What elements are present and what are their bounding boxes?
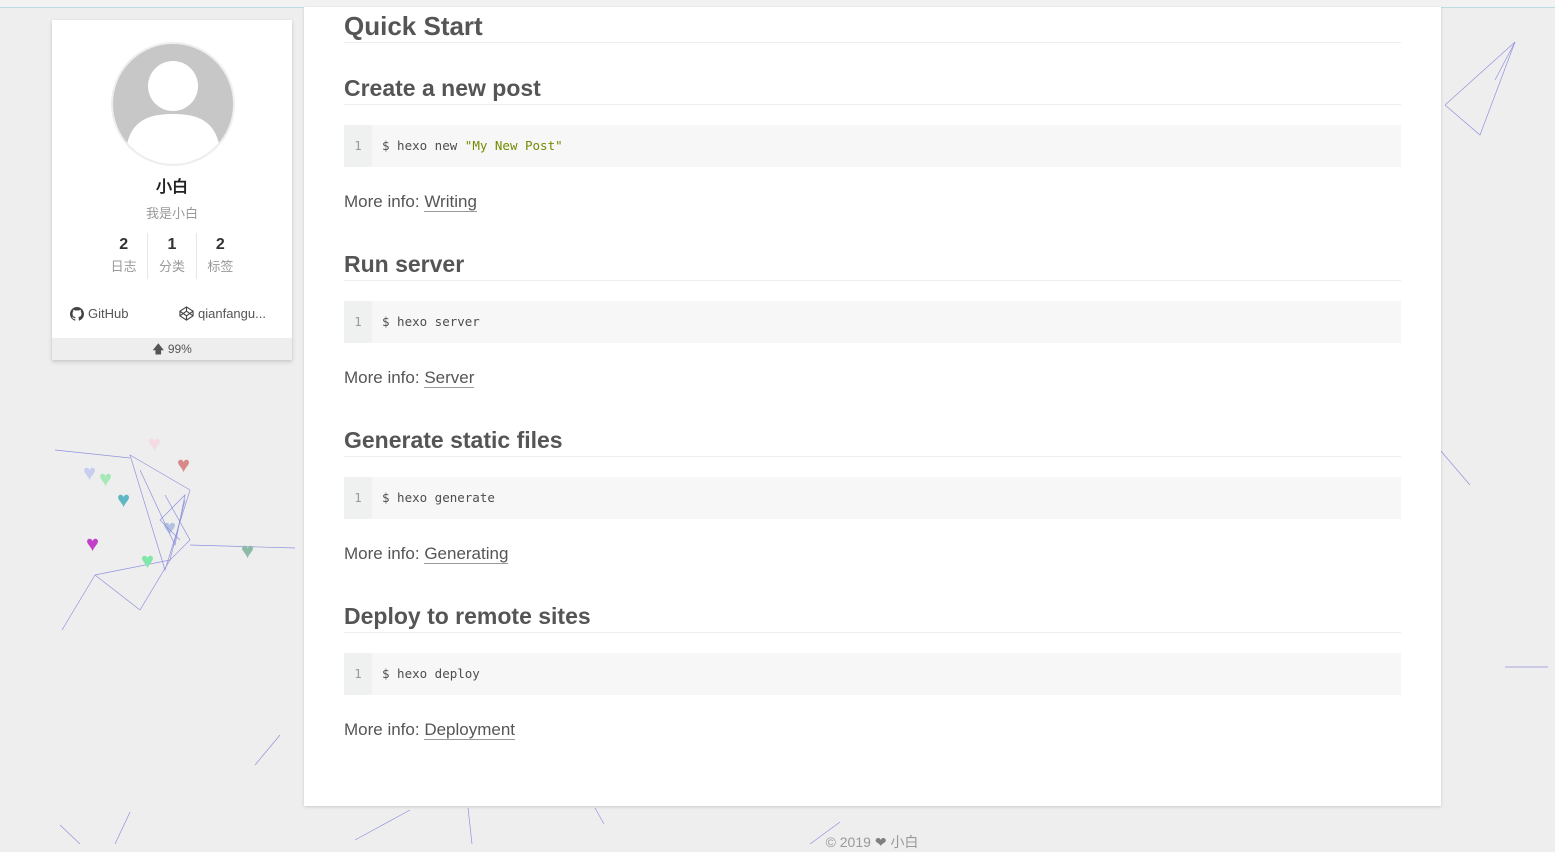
svg-text:♥: ♥ — [177, 452, 190, 477]
more-info-label: More info: — [344, 192, 425, 211]
stat-count: 2 — [215, 236, 225, 253]
stat-label: 分类 — [158, 259, 185, 274]
author-description: 我是小白 — [145, 206, 198, 221]
more-info: More info: Server — [344, 368, 475, 388]
stat-label: 日志 — [110, 259, 137, 274]
code-command: $ hexo server — [382, 314, 480, 329]
code-line: $ hexo server — [382, 301, 480, 343]
footer-author: 小白 — [890, 834, 919, 850]
section-heading: Run server — [344, 250, 1401, 281]
svg-text:♥: ♥ — [99, 466, 112, 491]
writing-link[interactable]: Writing — [424, 192, 477, 212]
code-command: $ hexo generate — [382, 490, 495, 505]
stat-label: 标签 — [207, 259, 234, 274]
post-body: Quick Start Create a new post 1 $ hexo n… — [304, 7, 1441, 806]
code-block: 1 $ hexo deploy — [344, 653, 1401, 695]
svg-text:♥: ♥ — [241, 538, 254, 563]
code-string: "My New Post" — [464, 138, 563, 153]
more-info: More info: Writing — [344, 192, 477, 212]
section-heading: Generate static files — [344, 426, 1401, 457]
svg-text:♥: ♥ — [141, 548, 154, 573]
code-block: 1 $ hexo server — [344, 301, 1401, 343]
line-number: 1 — [344, 125, 372, 167]
github-link-label: GitHub — [88, 306, 129, 321]
reading-progress[interactable]: 🡅 99% — [52, 338, 292, 360]
progress-value: 99% — [167, 342, 192, 356]
footer: © 2019 ❤ 小白 — [0, 832, 1555, 852]
codepen-link[interactable]: qianfangu... — [179, 306, 266, 321]
svg-text:♥: ♥ — [163, 515, 176, 540]
copyright: © 2019 — [825, 834, 871, 850]
section-heading: Deploy to remote sites — [344, 602, 1401, 633]
github-icon — [70, 306, 84, 321]
stat-count: 2 — [119, 236, 129, 253]
svg-text:♥: ♥ — [148, 431, 161, 456]
social-links: GitHub qianfangu... — [52, 306, 292, 328]
site-stats: 2 日志 1 分类 2 标签 — [100, 233, 244, 279]
stat-posts[interactable]: 2 日志 — [100, 233, 147, 279]
code-command: $ hexo deploy — [382, 666, 480, 681]
avatar — [111, 42, 235, 166]
code-line: $ hexo new "My New Post" — [382, 125, 563, 167]
arrow-up-icon: 🡅 — [152, 342, 165, 356]
line-number: 1 — [344, 477, 372, 519]
stat-count: 1 — [167, 236, 177, 253]
stat-categories[interactable]: 1 分类 — [147, 233, 195, 279]
codepen-icon — [179, 306, 194, 321]
code-block: 1 $ hexo new "My New Post" — [344, 125, 1401, 167]
line-number: 1 — [344, 301, 372, 343]
author-name: 小白 — [155, 179, 188, 196]
codepen-link-label: qianfangu... — [198, 306, 266, 321]
post-heading-quick-start: Quick Start — [344, 11, 1401, 43]
more-info: More info: Generating — [344, 544, 509, 564]
line-number: 1 — [344, 653, 372, 695]
github-link[interactable]: GitHub — [70, 306, 128, 321]
section-heading: Create a new post — [344, 74, 1401, 105]
stat-tags[interactable]: 2 标签 — [195, 233, 244, 279]
code-line: $ hexo deploy — [382, 653, 480, 695]
svg-text:♥: ♥ — [86, 531, 99, 556]
more-info-label: More info: — [344, 368, 425, 387]
heart-particle: ♥ — [83, 460, 96, 485]
code-command: $ hexo new — [382, 138, 465, 153]
code-line: $ hexo generate — [382, 477, 495, 519]
sidebar-overview: 小白 我是小白 2 日志 1 分类 2 标签 GitHub qianfangu.… — [52, 20, 292, 360]
server-link[interactable]: Server — [424, 368, 475, 388]
more-info-label: More info: — [344, 544, 425, 563]
generating-link[interactable]: Generating — [424, 544, 509, 564]
svg-text:♥: ♥ — [117, 487, 130, 512]
heart-icon: ❤ — [874, 834, 887, 850]
deployment-link[interactable]: Deployment — [424, 720, 516, 740]
code-block: 1 $ hexo generate — [344, 477, 1401, 519]
more-info: More info: Deployment — [344, 720, 516, 740]
more-info-label: More info: — [344, 720, 425, 739]
